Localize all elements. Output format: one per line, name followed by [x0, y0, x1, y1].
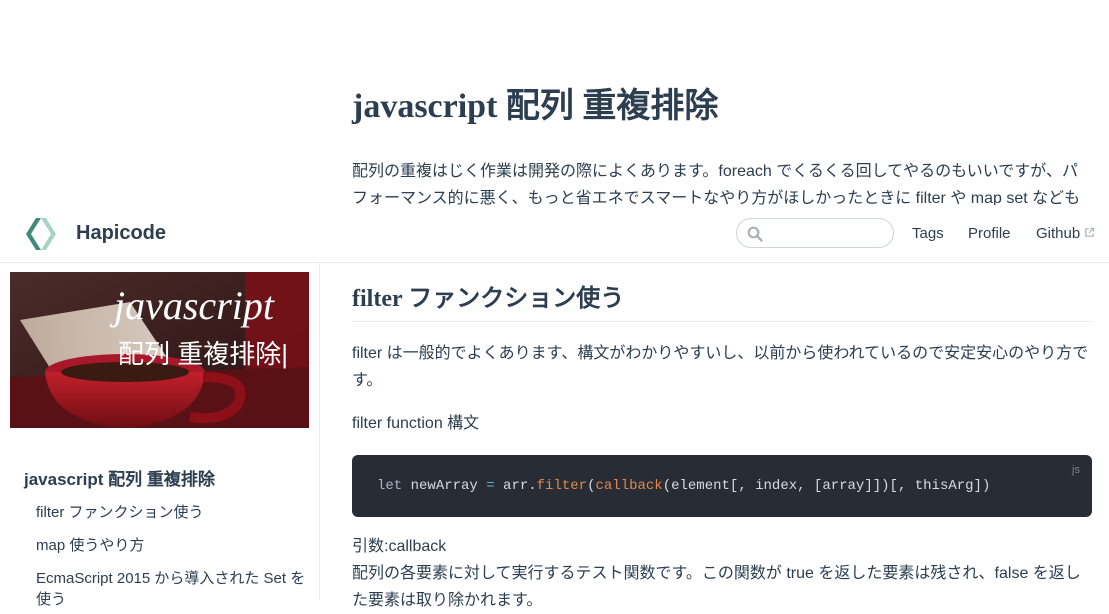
external-link-icon: [1085, 227, 1095, 237]
thumbnail-text-2: 配列 重複排除|: [118, 339, 288, 369]
code-keyword: let: [377, 478, 403, 494]
thumbnail-text-1: javascript: [114, 283, 274, 328]
nav-link-github-label: Github: [1036, 225, 1081, 242]
sidebar-item-set[interactable]: EcmaScript 2015 から導入された Set を使う: [36, 568, 306, 610]
sidebar-item-filter[interactable]: filter ファンクション使う: [36, 502, 306, 523]
search-icon: [747, 226, 763, 242]
callback-text: 配列の各要素に対して実行するテスト関数です。この関数が true を返した要素は…: [352, 565, 1081, 609]
sidebar-item-map[interactable]: map 使うやり方: [36, 535, 306, 556]
callback-description: 引数:callback 配列の各要素に対して実行するテスト関数です。この関数が …: [352, 533, 1092, 614]
nav-link-tags[interactable]: Tags: [912, 225, 944, 242]
article-thumbnail[interactable]: javascript 配列 重複排除|: [10, 272, 309, 428]
code-line: let newArray = arr.filter(callback(eleme…: [377, 478, 990, 494]
code-object: arr.: [494, 478, 537, 494]
callback-label: 引数:callback: [352, 538, 447, 555]
intro-paragraph: 配列の重複はじく作業は開発の際によくあります。foreach でくるくる回してや…: [352, 158, 1092, 212]
code-callback: callback: [595, 478, 663, 494]
code-operator: =: [486, 478, 495, 494]
code-function: filter: [536, 478, 588, 494]
logo-icon[interactable]: [22, 215, 60, 253]
section-title: filter ファンクション使う: [352, 278, 1092, 322]
search-input[interactable]: [769, 223, 889, 245]
code-args: (element[, index, [array]])[, thisArg]): [662, 478, 991, 494]
filter-section: filter ファンクション使う filter は一般的でよくあります、構文がわ…: [352, 278, 1092, 614]
search-box[interactable]: [736, 218, 894, 248]
code-variable: newArray: [402, 478, 487, 494]
navbar: Hapicode Tags Profile Github: [0, 205, 1109, 263]
sidebar: javascript 配列 重複排除| javascript 配列 重複排除 f…: [0, 262, 320, 608]
nav-link-github[interactable]: Github: [1036, 225, 1095, 242]
page-title: javascript 配列 重複排除: [352, 88, 719, 125]
site-name[interactable]: Hapicode: [76, 222, 166, 245]
filter-description: filter は一般的でよくあります、構文がわかりやすいし、以前から使われている…: [352, 345, 1089, 389]
sidebar-title[interactable]: javascript 配列 重複排除: [24, 465, 215, 490]
nav-link-profile[interactable]: Profile: [968, 225, 1011, 242]
intro-line-1: 配列の重複はじく作業は開発の際によくあります。foreach でくるくる回してや…: [352, 163, 1078, 180]
code-block[interactable]: js let newArray = arr.filter(callback(el…: [352, 455, 1092, 517]
syntax-heading: filter function 構文: [352, 415, 480, 432]
code-language-label: js: [1072, 464, 1080, 476]
